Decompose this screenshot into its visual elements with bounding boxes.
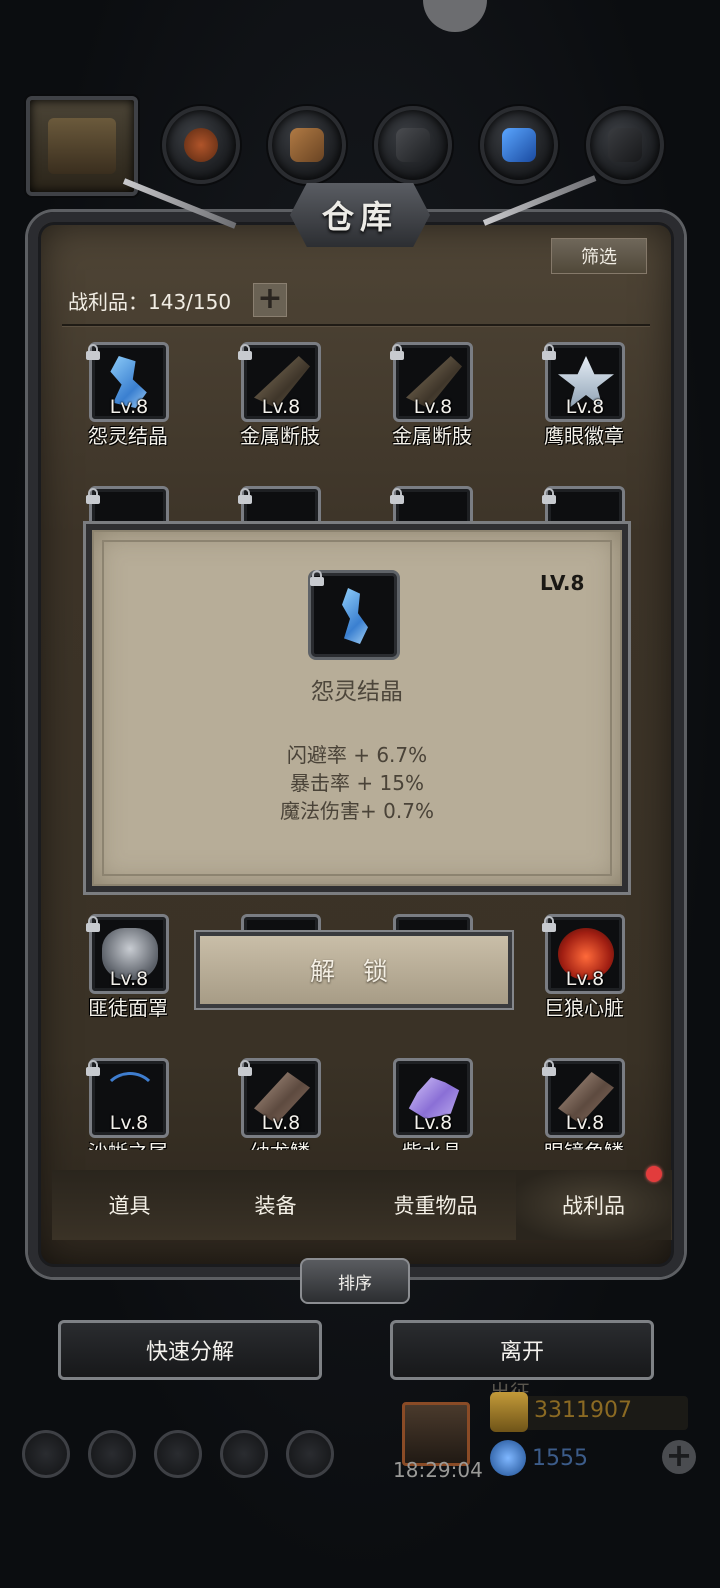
book-icon[interactable] xyxy=(154,1430,202,1478)
item-level: Lv.8 xyxy=(109,396,149,418)
item-name: 沙蜥之尾 xyxy=(72,1136,188,1150)
item-level: Lv.8 xyxy=(565,1112,605,1134)
leave-button[interactable]: 离开 xyxy=(390,1320,654,1380)
item-name: 匪徒面罩 xyxy=(88,996,168,1020)
title-plate: 仓库 xyxy=(290,183,430,247)
gold-coin-icon xyxy=(490,1392,528,1432)
tab-loot[interactable]: 战利品 xyxy=(516,1170,671,1240)
unlock-button[interactable]: 解 锁 xyxy=(196,932,512,1008)
lock-icon xyxy=(390,488,404,504)
loot-item[interactable]: Lv.8 怨灵结晶 xyxy=(72,342,184,452)
item-name: 眼镜角鳞 xyxy=(524,1136,644,1150)
tab-valuables[interactable]: 贵重物品 xyxy=(358,1170,513,1240)
tab-items[interactable]: 道具 xyxy=(52,1170,207,1240)
shop-icon[interactable] xyxy=(286,1430,334,1478)
lock-icon xyxy=(542,916,556,932)
popup-item-name: 怨灵结晶 xyxy=(311,679,403,705)
lock-icon xyxy=(310,570,326,588)
loot-item[interactable]: Lv.8 匪徒面罩 xyxy=(72,914,184,1024)
item-name: 紫水晶 xyxy=(372,1136,492,1150)
notification-dot xyxy=(646,1166,662,1182)
storage-tab-bar: 道具 装备 贵重物品 战利品 xyxy=(52,1170,672,1240)
item-name: 怨灵结晶 xyxy=(88,424,168,448)
page-title: 仓库 xyxy=(321,198,398,236)
stat-line: 闪避率 + 6.7% xyxy=(286,743,428,767)
lock-icon xyxy=(542,1060,556,1076)
item-level: Lv.8 xyxy=(261,396,301,418)
popup-stats: 闪避率 + 6.7% 暴击率 + 15% 魔法伤害+ 0.7% xyxy=(86,741,628,825)
gold-amount: 3311907 xyxy=(534,1398,632,1423)
item-name: 金属断肢 xyxy=(392,424,472,448)
item-name: 幼龙鳞 xyxy=(220,1136,340,1150)
item-name: 鹰眼徽章 xyxy=(544,424,624,448)
gem-icon xyxy=(490,1440,526,1476)
lock-icon xyxy=(542,488,556,504)
lock-icon xyxy=(238,488,252,504)
add-currency-button[interactable]: + xyxy=(662,1439,696,1474)
loot-item[interactable]: Lv.8 金属断肢 xyxy=(224,342,336,452)
lock-icon xyxy=(238,344,252,360)
countdown-time: 18:29:04 xyxy=(393,1458,483,1482)
lock-icon xyxy=(542,344,556,360)
mail-icon[interactable] xyxy=(220,1430,268,1478)
stat-line: 暴击率 + 15% xyxy=(290,771,424,795)
lock-icon xyxy=(86,916,100,932)
lock-icon xyxy=(238,1060,252,1076)
item-level: Lv.8 xyxy=(261,1112,301,1134)
loot-item[interactable]: Lv.8 沙蜥之尾 xyxy=(72,1058,184,1150)
loot-item[interactable]: Lv.8 紫水晶 xyxy=(376,1058,488,1150)
item-level: Lv.8 xyxy=(413,1112,453,1134)
loot-item[interactable]: Lv.8 鹰眼徽章 xyxy=(528,342,640,452)
expand-capacity-button[interactable]: + xyxy=(253,283,287,317)
quick-decompose-button[interactable]: 快速分解 xyxy=(58,1320,322,1380)
loot-item[interactable]: Lv.8 幼龙鳞 xyxy=(224,1058,336,1150)
lock-icon xyxy=(86,1060,100,1076)
loot-count-label: 战利品：143/150 xyxy=(68,290,232,314)
item-level: Lv.8 xyxy=(565,968,605,990)
lock-icon xyxy=(86,344,100,360)
loot-item[interactable]: Lv.8 巨狼心脏 xyxy=(528,914,640,1024)
loot-item[interactable]: Lv.8 金属断肢 xyxy=(376,342,488,452)
stat-line: 魔法伤害+ 0.7% xyxy=(280,799,434,823)
lock-icon xyxy=(86,488,100,504)
gift-icon[interactable] xyxy=(402,1402,470,1466)
gem-amount: 1555 xyxy=(532,1446,588,1471)
loot-item[interactable]: Lv.8 眼镜角鳞 xyxy=(528,1058,640,1150)
item-level: Lv.8 xyxy=(565,396,605,418)
item-level: Lv.8 xyxy=(109,968,149,990)
settings-icon[interactable] xyxy=(22,1430,70,1478)
divider xyxy=(62,324,650,326)
popup-level: LV.8 xyxy=(540,571,585,595)
tab-equipment[interactable]: 装备 xyxy=(198,1170,353,1240)
item-name: 巨狼心脏 xyxy=(544,996,624,1020)
lock-icon xyxy=(390,344,404,360)
achievement-icon[interactable] xyxy=(88,1430,136,1478)
item-name: 金属断肢 xyxy=(240,424,320,448)
filter-button[interactable]: 筛选 xyxy=(551,238,647,274)
item-level: Lv.8 xyxy=(413,396,453,418)
sort-button[interactable]: 排序 xyxy=(300,1258,410,1304)
item-level: Lv.8 xyxy=(109,1112,149,1134)
